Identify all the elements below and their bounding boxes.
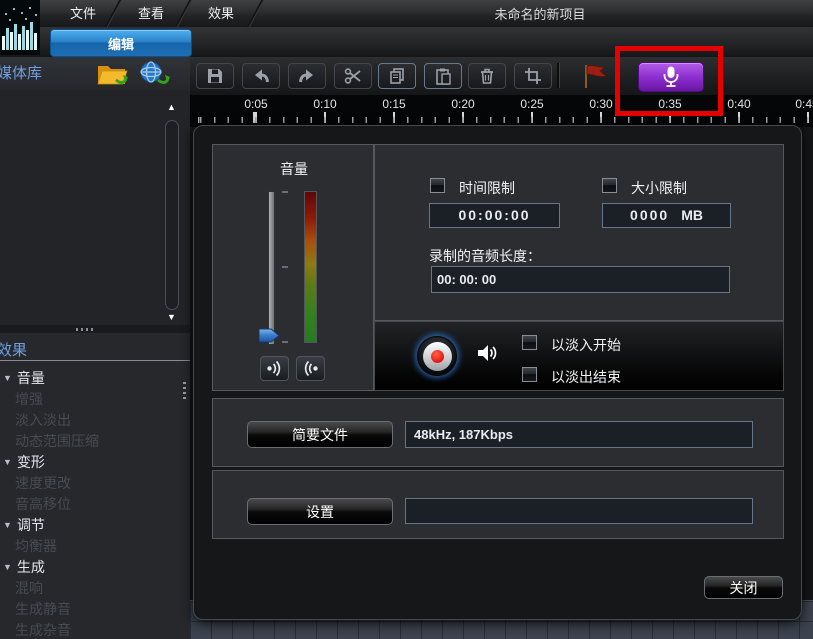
paste-button[interactable] [424, 63, 462, 89]
profile-button[interactable]: 简要文件 [247, 421, 393, 448]
fade-in-checkbox[interactable] [522, 335, 537, 350]
record-button[interactable] [417, 336, 457, 376]
effects-panel-header: 效果 [0, 334, 190, 361]
effects-category-deform[interactable]: ▼变形 [0, 452, 190, 473]
effects-item-gen-noise[interactable]: 生成杂音 [0, 620, 205, 639]
effects-item-equalizer[interactable]: 均衡器 [0, 536, 205, 557]
slider-tick [282, 266, 288, 268]
time-limit-checkbox[interactable] [430, 178, 445, 193]
size-limit-unit: MB [681, 207, 703, 223]
scroll-down-icon[interactable]: ▼ [167, 313, 176, 322]
settings-panel: 设置 [212, 470, 784, 539]
effects-category-adjust[interactable]: ▼调节 [0, 515, 190, 536]
close-button[interactable]: 关闭 [704, 576, 783, 599]
fade-out-checkbox[interactable] [522, 367, 537, 382]
media-library-list[interactable] [0, 90, 190, 325]
tab-edit[interactable]: 编辑 [50, 29, 192, 57]
menu-effects[interactable]: 效果 [190, 4, 252, 23]
profile-panel: 简要文件 48kHz, 187Kbps [212, 398, 784, 467]
media-library-header: 媒体库 [0, 57, 190, 91]
import-folder-icon[interactable] [95, 61, 131, 92]
volume-panel: 音量 [212, 144, 374, 391]
timeline-label: 0:45 [795, 97, 813, 111]
window-title: 未命名的新项目 [420, 4, 660, 23]
record-dot-icon [431, 350, 444, 363]
timeline-label: 0:40 [727, 97, 750, 111]
speaker-icon[interactable] [474, 341, 500, 370]
size-limit-field[interactable]: 0000 MB [602, 203, 731, 228]
slider-tick [282, 191, 288, 193]
record-dialog: 音量 时间限制 [193, 125, 802, 620]
timeline-label: 0:25 [520, 97, 543, 111]
effects-category-volume[interactable]: ▼音量 [0, 368, 190, 389]
effects-item-amplify[interactable]: 增强 [0, 389, 205, 410]
recorded-length-label: 录制的音频长度： [429, 246, 541, 266]
chevron-down-icon: ▼ [3, 515, 12, 536]
timeline-label: 0:30 [589, 97, 612, 111]
level-meter [304, 191, 317, 343]
timeline-label: 0:20 [451, 97, 474, 111]
splitter-grip-icon [76, 328, 94, 331]
time-limit-label: 时间限制 [459, 178, 515, 198]
media-library-scrollbar[interactable] [165, 120, 179, 310]
trim-button[interactable] [514, 63, 552, 89]
time-limit-field[interactable]: 00:00:00 [429, 203, 560, 228]
volume-slider-thumb[interactable] [259, 328, 280, 348]
effects-item-fade[interactable]: 淡入淡出 [0, 410, 205, 431]
undo-button[interactable] [242, 63, 280, 89]
app-logo-icon [0, 0, 40, 55]
timeline-label: 0:15 [382, 97, 405, 111]
slider-tick [282, 341, 288, 343]
splitter-grip-icon[interactable] [183, 380, 186, 399]
effects-item-compressor[interactable]: 动态范围压缩 [0, 431, 205, 452]
monitor-input-button[interactable] [296, 356, 325, 381]
monitor-output-button[interactable] [260, 356, 289, 381]
highlight-box [615, 46, 723, 116]
toolbar-separator [557, 63, 560, 88]
effects-category-generate[interactable]: ▼生成 [0, 557, 190, 578]
delete-button[interactable] [468, 63, 506, 89]
import-web-icon[interactable] [137, 61, 173, 92]
menu-file[interactable]: 文件 [52, 4, 114, 23]
fade-in-label: 以淡入开始 [551, 335, 621, 355]
settings-field[interactable] [405, 498, 753, 524]
volume-label: 音量 [213, 159, 375, 179]
save-button[interactable] [196, 63, 234, 89]
settings-button[interactable]: 设置 [247, 498, 393, 525]
timeline-label: 0:05 [244, 97, 267, 111]
sidebar: 媒体库 ▲ [0, 57, 191, 639]
marker-flag-icon[interactable] [580, 62, 618, 95]
copy-button[interactable] [378, 63, 416, 89]
size-limit-label: 大小限制 [631, 178, 687, 198]
record-button-ring [423, 342, 452, 371]
limits-panel: 时间限制 大小限制 00:00:00 0000 MB 录制的音频长度： 00: 0… [374, 144, 784, 321]
scroll-up-icon[interactable]: ▲ [167, 103, 176, 112]
effects-panel-title: 效果 [0, 334, 27, 367]
profile-field[interactable]: 48kHz, 187Kbps [405, 421, 753, 448]
cut-button[interactable] [334, 63, 372, 89]
volume-slider-track[interactable] [268, 191, 275, 345]
fade-out-label: 以淡出结束 [551, 367, 621, 387]
menu-bar: 文件 查看 效果 未命名的新项目 [0, 0, 813, 28]
chevron-down-icon: ▼ [3, 557, 12, 578]
size-limit-checkbox[interactable] [602, 178, 617, 193]
menu-view[interactable]: 查看 [120, 4, 182, 23]
recorded-length-field: 00: 00: 00 [431, 266, 730, 293]
effects-item-gen-silence[interactable]: 生成静音 [0, 599, 205, 620]
ruler-minor-ticks [190, 117, 813, 123]
chevron-down-icon: ▼ [3, 368, 12, 389]
effects-item-speed[interactable]: 速度更改 [0, 473, 205, 494]
effects-item-pitch[interactable]: 音高移位 [0, 494, 205, 515]
media-library-title: 媒体库 [0, 57, 42, 90]
app-window: 文件 查看 效果 未命名的新项目 编辑 [0, 0, 813, 639]
redo-button[interactable] [288, 63, 326, 89]
record-strip: 以淡入开始 以淡出结束 [374, 321, 784, 391]
size-limit-value: 0000 [630, 207, 669, 223]
chevron-down-icon: ▼ [3, 452, 12, 473]
panel-splitter[interactable] [0, 325, 190, 333]
timeline-label: 0:10 [313, 97, 336, 111]
effects-item-reverb[interactable]: 混响 [0, 578, 205, 599]
